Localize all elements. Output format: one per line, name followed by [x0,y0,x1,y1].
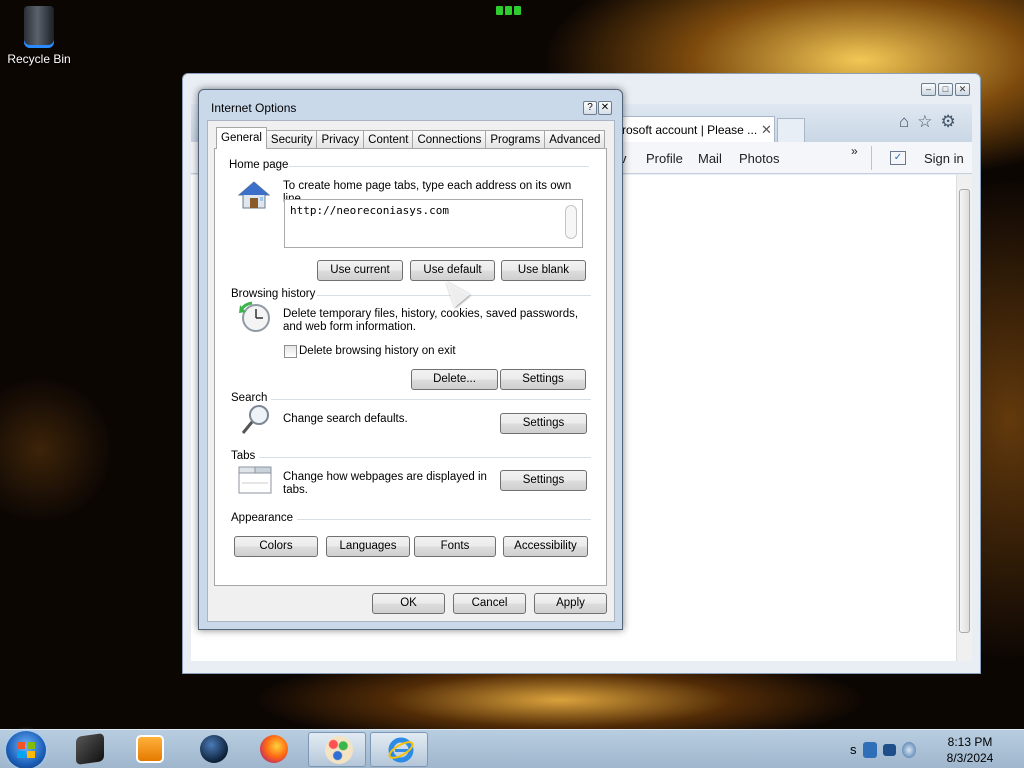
tab-connections[interactable]: Connections [413,130,487,149]
monitor-icon [76,733,104,765]
tabs-heading: Tabs [231,450,256,462]
action-center-icon[interactable] [862,741,877,758]
taskbar-media-player[interactable] [120,732,178,767]
clock-time: 8:13 PM [947,735,993,749]
browser-tools: ⌂ ☆ ⚙ [899,112,956,132]
tab-programs[interactable]: Programs [486,130,546,149]
favorites-star-icon[interactable]: ☆ [917,112,932,132]
taskbar-firefox[interactable] [244,732,302,767]
tabs-description: Change how webpages are displayed in tab… [283,471,487,496]
apply-button[interactable]: Apply [534,593,607,614]
sign-in-link[interactable]: Sign in [924,151,964,166]
use-blank-button[interactable]: Use blank [501,260,586,281]
maximize-button[interactable]: □ [938,83,953,96]
tab-privacy[interactable]: Privacy [317,130,365,149]
history-clock-icon [239,301,270,332]
globe-icon [200,735,228,763]
scrollbar-thumb[interactable] [959,189,970,633]
general-panel: Home page To create home page tabs, type… [214,148,607,586]
tab-content[interactable]: Content [364,130,414,149]
group-divider [271,399,591,400]
search-settings-button[interactable]: Settings [500,413,587,434]
taskbar-internet-explorer[interactable] [370,732,428,767]
start-button[interactable] [6,731,46,768]
home-page-url-input[interactable]: http://neoreconiasys.com [284,199,583,248]
cancel-button[interactable]: Cancel [453,593,526,614]
volume-icon[interactable] [902,741,917,758]
recycle-bin-label: Recycle Bin [7,52,71,66]
group-divider [259,457,591,458]
taskbar-paint[interactable] [308,732,366,767]
command-link-photos[interactable]: Photos [739,151,779,166]
home-icon[interactable]: ⌂ [899,112,909,132]
paint-palette-icon [325,736,353,764]
browser-tab[interactable]: rosoft account | Please ... [615,116,775,142]
taskbar-globe-app[interactable] [184,732,242,767]
tab-security[interactable]: Security [266,130,318,149]
browser-caption-buttons: – □ ✕ [921,83,970,96]
home-page-url: http://neoreconiasys.com [290,204,449,217]
command-link-mail[interactable]: Mail [698,151,722,166]
taskbar: s 8:13 PM 8/3/2024 [0,729,1024,768]
group-divider [297,519,591,520]
delete-on-exit-checkbox[interactable] [284,345,297,358]
recycle-bin-graphic [24,6,54,48]
tab-advanced[interactable]: Advanced [545,130,606,149]
internet-options-dialog: Internet Options ? ✕ General Security Pr… [198,89,623,630]
tab-general[interactable]: General [216,127,267,149]
gear-icon[interactable]: ⚙ [941,112,956,132]
delete-on-exit-label[interactable]: Delete browsing history on exit [299,345,456,358]
colors-button[interactable]: Colors [234,536,318,557]
windows-logo-icon [17,742,35,758]
system-clock[interactable]: 8:13 PM 8/3/2024 [920,734,1020,766]
tray-text: s [850,741,857,757]
new-tab-button[interactable] [777,118,805,142]
command-divider [871,146,872,170]
internet-explorer-icon [388,737,414,763]
browsing-history-description: Delete temporary files, history, cookies… [283,308,579,333]
help-button[interactable]: ? [583,101,597,115]
tab-close-icon[interactable]: ✕ [761,122,772,138]
ok-button[interactable]: OK [372,593,445,614]
media-player-icon [136,735,164,763]
browsing-history-heading: Browsing history [231,288,316,300]
desktop-gadget [496,4,528,16]
tabs-settings-button[interactable]: Settings [500,470,587,491]
dialog-body: General Security Privacy Content Connect… [207,120,615,622]
house-icon [237,181,271,209]
use-current-button[interactable]: Use current [317,260,403,281]
magnifier-icon [241,405,269,434]
checkbox-icon[interactable]: ✓ [890,151,906,165]
command-link-profile[interactable]: Profile [646,151,683,166]
close-button[interactable]: ✕ [955,83,970,96]
delete-history-button[interactable]: Delete... [411,369,498,390]
search-description: Change search defaults. [283,413,408,425]
accessibility-button[interactable]: Accessibility [503,536,588,557]
history-settings-button[interactable]: Settings [500,369,586,390]
taskbar-desktop[interactable] [60,732,118,767]
minimize-button[interactable]: – [921,83,936,96]
browser-scrollbar[interactable] [956,175,972,661]
firefox-icon [260,735,288,763]
languages-button[interactable]: Languages [326,536,410,557]
group-divider [289,166,589,167]
tab-strip: General Security Privacy Content Connect… [216,127,606,149]
url-scrollbar[interactable] [565,205,577,239]
home-page-heading: Home page [229,159,289,171]
appearance-heading: Appearance [231,512,294,524]
clock-date: 8/3/2024 [946,751,994,765]
dialog-close-button[interactable]: ✕ [598,101,612,115]
dialog-title: Internet Options [211,101,297,115]
network-icon[interactable] [882,743,897,756]
system-tray: s [846,732,917,767]
recycle-bin-icon[interactable]: Recycle Bin [4,6,74,66]
more-chevron-icon[interactable]: » [851,144,858,158]
tabs-window-icon [238,466,272,494]
fonts-button[interactable]: Fonts [414,536,496,557]
